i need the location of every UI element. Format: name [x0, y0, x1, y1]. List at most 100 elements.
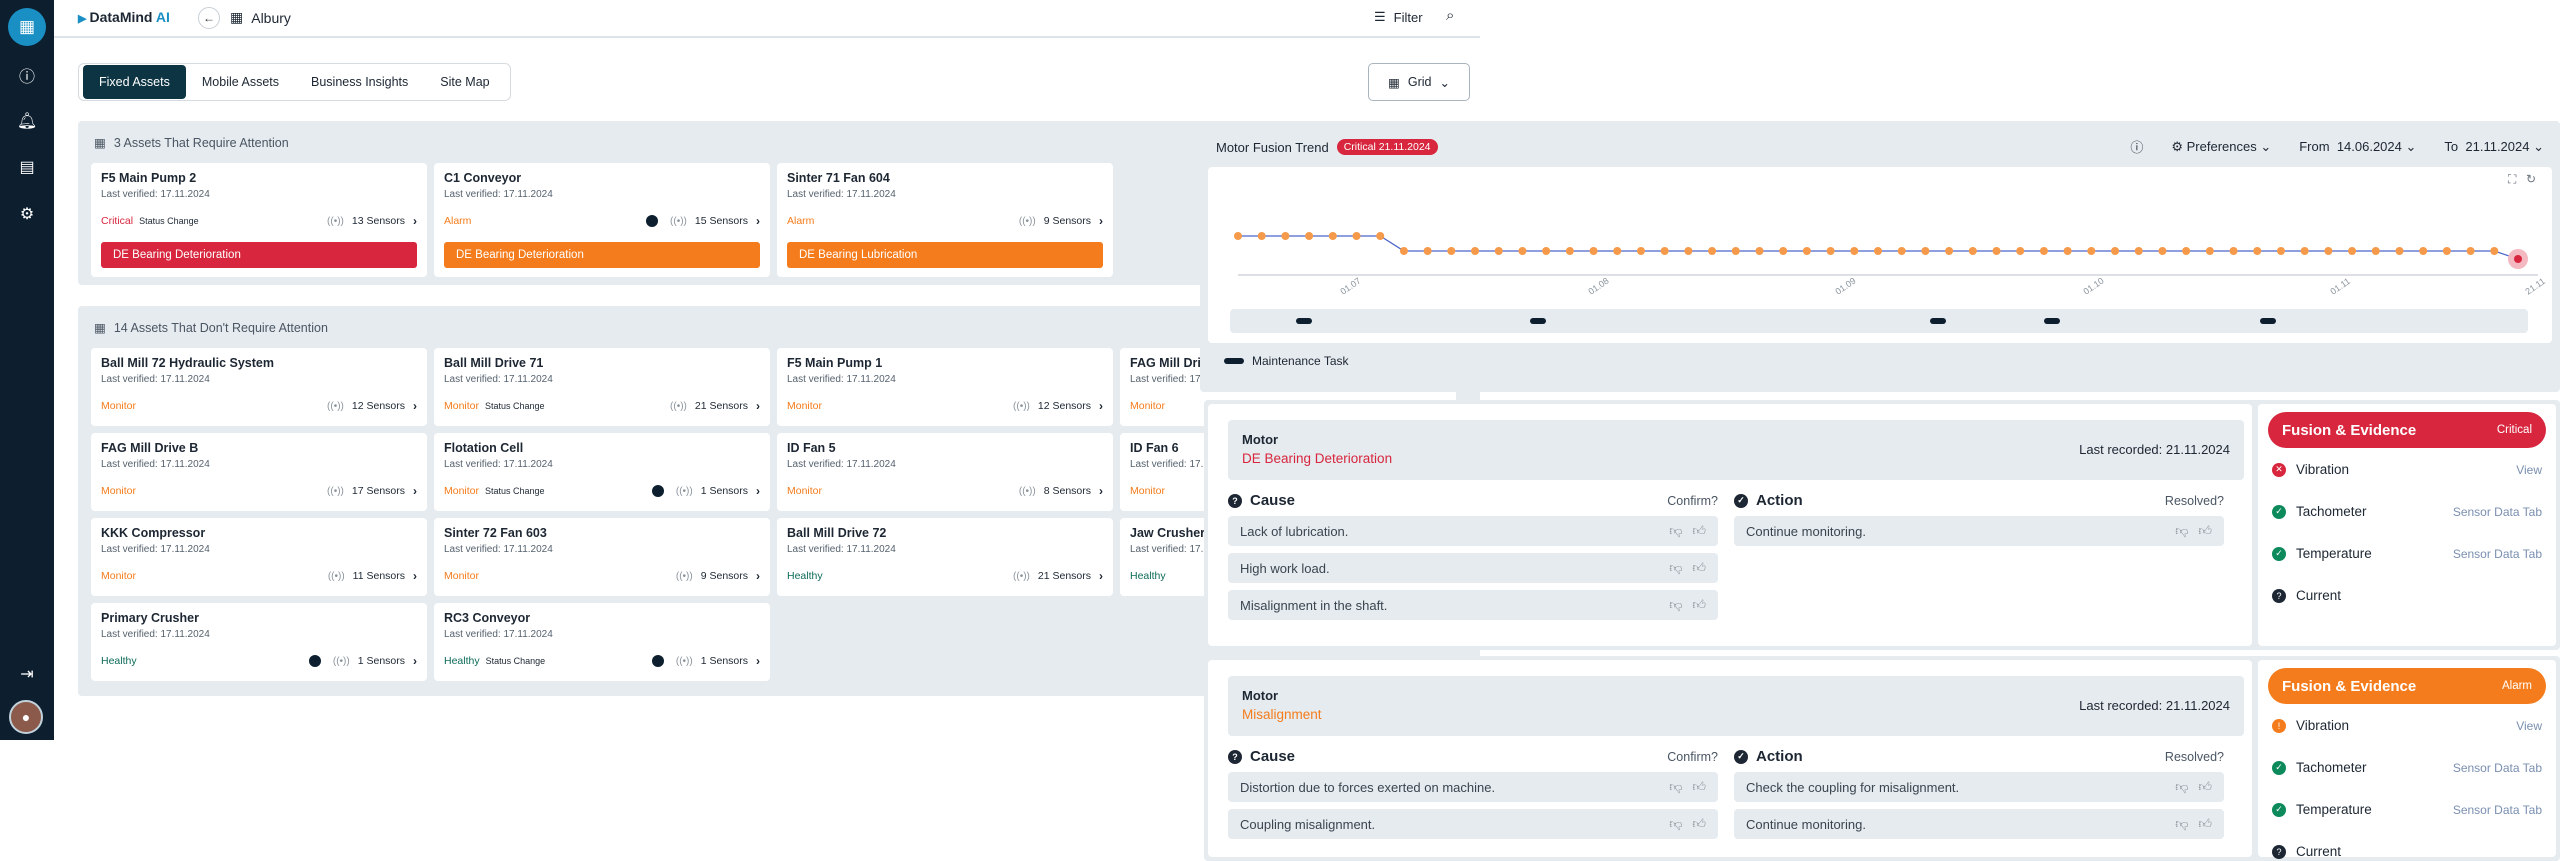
sensors-link[interactable]: ((•)) 17 Sensors › [327, 484, 417, 498]
trend-point[interactable] [1731, 247, 1740, 255]
thumbs-up-icon[interactable]: 👍︎ [2198, 779, 2212, 795]
trend-point[interactable] [2111, 247, 2120, 255]
home-icon[interactable]: ▦ [8, 8, 46, 46]
thumbs-up-icon[interactable]: 👍︎ [1692, 816, 1706, 832]
trend-point[interactable] [1636, 247, 1645, 255]
thumbs-up-icon[interactable]: 👍︎ [2198, 523, 2212, 539]
maintenance-task-marker[interactable] [1296, 318, 1312, 324]
trend-point[interactable] [2134, 247, 2143, 255]
trend-point[interactable] [1328, 232, 1337, 240]
asset-card[interactable]: Ball Mill Drive 72 Last verified: 17.11.2… [777, 518, 1113, 596]
gear-icon[interactable]: ⚙ [15, 202, 39, 226]
tab-fixed-assets[interactable]: Fixed Assets [83, 65, 186, 99]
document-icon[interactable]: ▤ [15, 155, 39, 179]
tab-mobile-assets[interactable]: Mobile Assets [186, 65, 295, 99]
trend-point[interactable] [1281, 232, 1290, 240]
trend-point[interactable] [1257, 232, 1266, 240]
trend-point[interactable] [1305, 232, 1314, 240]
trend-point[interactable] [1850, 247, 1859, 255]
trend-point[interactable] [1518, 247, 1527, 255]
asset-card[interactable]: FAG Mill Drive B Last verified: 17.11.202… [91, 433, 427, 511]
trend-point[interactable] [1826, 247, 1835, 255]
sensors-link[interactable]: ((•)) 1 Sensors › [308, 654, 417, 668]
trend-point[interactable] [1542, 247, 1551, 255]
thumbs-down-icon[interactable]: 👎︎ [1669, 779, 1682, 795]
thumbs-up-icon[interactable]: 👍︎ [1692, 597, 1706, 613]
asset-card[interactable]: C1 Conveyor Last verified: 17.11.2024 Alar… [434, 163, 770, 277]
trend-point[interactable] [1684, 247, 1693, 255]
thumbs-down-icon[interactable]: 👎︎ [2175, 779, 2188, 795]
sensors-link[interactable]: ((•)) 21 Sensors › [1013, 569, 1103, 583]
trend-point[interactable] [2442, 247, 2451, 255]
trend-point[interactable] [1399, 247, 1408, 255]
sensors-link[interactable]: ((•)) 11 Sensors › [328, 569, 417, 583]
trend-point[interactable] [2371, 247, 2380, 255]
trend-point[interactable] [1447, 247, 1456, 255]
thumbs-down-icon[interactable]: 👎︎ [1669, 560, 1682, 576]
trend-point[interactable] [1376, 232, 1385, 240]
sensors-link[interactable]: ((•)) 12 Sensors › [1013, 399, 1103, 413]
thumbs-up-icon[interactable]: 👍︎ [1692, 560, 1706, 576]
evidence-link[interactable]: Sensor Data Tab [2453, 803, 2542, 817]
evidence-link[interactable]: Sensor Data Tab [2453, 505, 2542, 519]
sensors-link[interactable]: ((•)) 1 Sensors › [651, 484, 760, 498]
trend-point[interactable] [1352, 232, 1361, 240]
sensors-link[interactable]: ((•)) 8 Sensors › [1019, 484, 1103, 498]
thumbs-down-icon[interactable]: 👎︎ [1669, 816, 1682, 832]
trend-point[interactable] [2419, 247, 2428, 255]
sensors-link[interactable]: ((•)) 9 Sensors › [1019, 214, 1103, 228]
filter-button[interactable]: ☰ Filter [1374, 9, 1423, 25]
trend-point[interactable] [2158, 247, 2167, 255]
trend-point[interactable] [1494, 247, 1503, 255]
asset-card[interactable]: ID Fan 5 Last verified: 17.11.2024 Monitor… [777, 433, 1113, 511]
trend-point[interactable] [2182, 247, 2191, 255]
trend-point[interactable] [1589, 247, 1598, 255]
trend-point[interactable] [1471, 247, 1480, 255]
trend-point[interactable] [2324, 247, 2333, 255]
trend-point[interactable] [1613, 247, 1622, 255]
asset-card[interactable]: Flotation Cell Last verified: 17.11.2024 M… [434, 433, 770, 511]
search-icon[interactable]: ⌕ [1446, 7, 1454, 24]
sensors-link[interactable]: ((•)) 15 Sensors › [646, 214, 760, 228]
trend-point[interactable] [2039, 247, 2048, 255]
trend-point[interactable] [1423, 247, 1432, 255]
sensors-link[interactable]: ((•)) 1 Sensors › [651, 654, 760, 668]
trend-point[interactable] [2205, 247, 2214, 255]
maintenance-task-marker[interactable] [2044, 318, 2060, 324]
trend-point[interactable] [2490, 247, 2499, 255]
trend-point[interactable] [2063, 247, 2072, 255]
trend-point[interactable] [1234, 232, 1242, 240]
sensors-link[interactable]: ((•)) 12 Sensors › [327, 399, 417, 413]
maintenance-task-marker[interactable] [2260, 318, 2276, 324]
evidence-link[interactable]: Sensor Data Tab [2453, 547, 2542, 561]
trend-point[interactable] [2300, 247, 2309, 255]
avatar[interactable]: ● [9, 700, 43, 734]
trend-point[interactable] [2276, 247, 2285, 255]
preferences-button[interactable]: ⚙ Preferences ⌄ [2171, 139, 2271, 155]
thumbs-down-icon[interactable]: 👎︎ [2175, 523, 2188, 539]
refresh-icon[interactable]: ↻ [2526, 172, 2536, 186]
trend-point[interactable] [2229, 247, 2238, 255]
trend-point[interactable] [1968, 247, 1977, 255]
sensors-link[interactable]: ((•)) 21 Sensors › [670, 399, 760, 413]
asset-card[interactable]: Primary Crusher Last verified: 17.11.2024… [91, 603, 427, 681]
trend-point[interactable] [1921, 247, 1930, 255]
trend-point[interactable] [1945, 247, 1954, 255]
asset-card[interactable]: Sinter 72 Fan 603 Last verified: 17.11.20… [434, 518, 770, 596]
maintenance-task-marker[interactable] [1930, 318, 1946, 324]
thumbs-up-icon[interactable]: 👍︎ [2198, 816, 2212, 832]
evidence-link[interactable]: View [2516, 719, 2542, 733]
asset-card[interactable]: KKK Compressor Last verified: 17.11.2024 M… [91, 518, 427, 596]
asset-card[interactable]: Ball Mill 72 Hydraulic System Last verifi… [91, 348, 427, 426]
view-select[interactable]: ▦ Grid ⌄ [1368, 63, 1470, 101]
tab-site-map[interactable]: Site Map [424, 65, 505, 99]
thumbs-down-icon[interactable]: 👎︎ [1669, 597, 1682, 613]
from-date-select[interactable]: From 14.06.2024 ⌄ [2299, 139, 2416, 155]
trend-point[interactable] [2253, 247, 2262, 255]
thumbs-up-icon[interactable]: 👍︎ [1692, 523, 1706, 539]
trend-point[interactable] [2395, 247, 2404, 255]
evidence-link[interactable]: View [2516, 463, 2542, 477]
trend-point[interactable] [1992, 247, 2001, 255]
trend-point[interactable] [1755, 247, 1764, 255]
trend-point[interactable] [2016, 247, 2025, 255]
